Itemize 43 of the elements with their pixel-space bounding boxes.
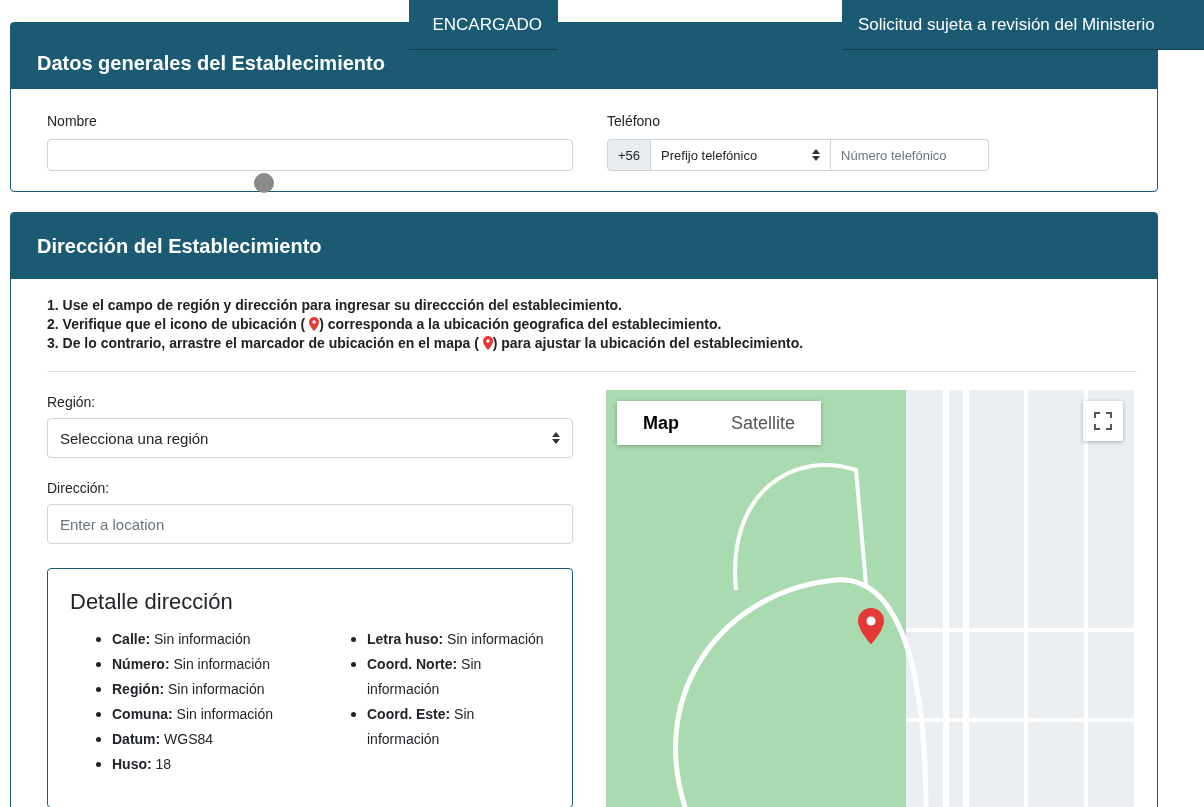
- address-input[interactable]: Enter a location: [47, 504, 573, 544]
- fullscreen-button[interactable]: [1083, 401, 1123, 441]
- prefix-select[interactable]: Prefijo telefónico: [651, 139, 832, 171]
- bullet-icon: [96, 712, 101, 717]
- bullet-icon: [96, 662, 101, 667]
- detail-item: Comuna: Sin información: [112, 705, 274, 724]
- field-label: Teléfono: [607, 113, 661, 129]
- detail-item: Huso: 18: [112, 755, 172, 774]
- field-label: Nombre: [47, 113, 98, 129]
- name-input[interactable]: [47, 139, 573, 171]
- map-type-button[interactable]: Map: [617, 401, 705, 445]
- field-label: Dirección:: [47, 480, 111, 496]
- detail-item: Datum: WGS84: [112, 730, 214, 749]
- detail-item: Coord. Norte: Sin información: [367, 655, 483, 699]
- bullet-icon: [351, 662, 356, 667]
- bullet-icon: [96, 762, 101, 767]
- bullet-icon: [96, 637, 101, 642]
- bullet-icon: [96, 687, 101, 692]
- review-notice: Solicitud sujeta a revisión del Ministerio: [842, 0, 1204, 50]
- detail-item: Calle: Sin información: [112, 630, 251, 649]
- instruction-text: 1. Use el campo de región y dirección para ingresar su direccción del establecimiento.: [47, 297, 623, 313]
- card-title: Dirección del Establecimiento: [11, 213, 1157, 279]
- detail-title: Detalle dirección: [70, 589, 234, 615]
- bullet-icon: [351, 712, 356, 717]
- instruction-text: 2. Verifique que el icono de ubicación ( ) corresponda a la ubicación geografica del establecimiento.: [47, 316, 723, 332]
- detail-item: Número: Sin información: [112, 655, 270, 674]
- region-select[interactable]: Selecciona una región: [47, 418, 573, 458]
- sort-arrows-icon: [552, 432, 560, 444]
- location-pin-icon: [309, 317, 320, 331]
- map-marker-icon: [858, 608, 884, 645]
- detail-item: Coord. Este: Sin información: [367, 705, 476, 749]
- detail-item: Región: Sin información: [112, 680, 265, 699]
- phone-input[interactable]: Número telefónico: [831, 139, 989, 171]
- location-pin-icon: [482, 336, 493, 350]
- bullet-icon: [96, 737, 101, 742]
- fullscreen-icon: [1094, 412, 1112, 430]
- detail-item: Letra huso: Sin información: [367, 630, 544, 649]
- bullet-icon: [351, 637, 356, 642]
- sort-arrows-icon: [812, 149, 821, 161]
- country-code: +56: [607, 139, 652, 171]
- field-label: Región:: [47, 394, 97, 410]
- instruction-text: 3. De lo contrario, arrastre el marcador de ubicación en el mapa ( ) para ajustar la ubicación del establecimiento.: [47, 335, 805, 351]
- map-type-button[interactable]: Satellite: [705, 401, 822, 445]
